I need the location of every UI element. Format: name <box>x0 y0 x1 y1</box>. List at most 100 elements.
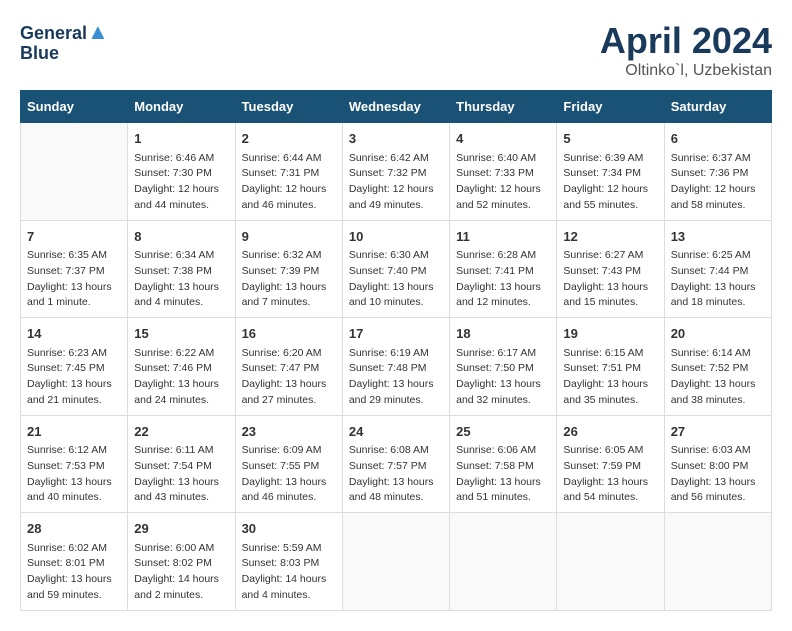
calendar-week-row: 7Sunrise: 6:35 AMSunset: 7:37 PMDaylight… <box>21 220 772 318</box>
day-number: 29 <box>134 519 228 539</box>
calendar-cell: 19Sunrise: 6:15 AMSunset: 7:51 PMDayligh… <box>557 318 664 416</box>
calendar-cell: 20Sunrise: 6:14 AMSunset: 7:52 PMDayligh… <box>664 318 771 416</box>
day-number: 4 <box>456 129 550 149</box>
calendar-cell: 11Sunrise: 6:28 AMSunset: 7:41 PMDayligh… <box>450 220 557 318</box>
page-header: General▲ Blue April 2024 Oltinko`l, Uzbe… <box>20 20 772 80</box>
day-number: 1 <box>134 129 228 149</box>
day-number: 5 <box>563 129 657 149</box>
day-number: 7 <box>27 227 121 247</box>
day-number: 22 <box>134 422 228 442</box>
day-number: 10 <box>349 227 443 247</box>
day-info: Sunrise: 6:42 AMSunset: 7:32 PMDaylight:… <box>349 151 443 214</box>
day-number: 27 <box>671 422 765 442</box>
location: Oltinko`l, Uzbekistan <box>600 62 772 80</box>
day-number: 26 <box>563 422 657 442</box>
day-info: Sunrise: 6:30 AMSunset: 7:40 PMDaylight:… <box>349 248 443 311</box>
weekday-header: Friday <box>557 91 664 123</box>
calendar-cell: 5Sunrise: 6:39 AMSunset: 7:34 PMDaylight… <box>557 123 664 221</box>
day-number: 6 <box>671 129 765 149</box>
day-number: 17 <box>349 324 443 344</box>
day-number: 11 <box>456 227 550 247</box>
calendar-cell <box>450 513 557 611</box>
day-info: Sunrise: 6:27 AMSunset: 7:43 PMDaylight:… <box>563 248 657 311</box>
day-number: 2 <box>242 129 336 149</box>
calendar-cell: 23Sunrise: 6:09 AMSunset: 7:55 PMDayligh… <box>235 415 342 513</box>
calendar-week-row: 21Sunrise: 6:12 AMSunset: 7:53 PMDayligh… <box>21 415 772 513</box>
day-info: Sunrise: 6:03 AMSunset: 8:00 PMDaylight:… <box>671 443 765 506</box>
calendar-cell: 21Sunrise: 6:12 AMSunset: 7:53 PMDayligh… <box>21 415 128 513</box>
day-number: 24 <box>349 422 443 442</box>
weekday-header: Wednesday <box>342 91 449 123</box>
calendar-week-row: 28Sunrise: 6:02 AMSunset: 8:01 PMDayligh… <box>21 513 772 611</box>
day-number: 28 <box>27 519 121 539</box>
day-info: Sunrise: 6:39 AMSunset: 7:34 PMDaylight:… <box>563 151 657 214</box>
calendar-cell: 27Sunrise: 6:03 AMSunset: 8:00 PMDayligh… <box>664 415 771 513</box>
day-number: 18 <box>456 324 550 344</box>
day-number: 21 <box>27 422 121 442</box>
day-info: Sunrise: 6:11 AMSunset: 7:54 PMDaylight:… <box>134 443 228 506</box>
calendar-cell: 8Sunrise: 6:34 AMSunset: 7:38 PMDaylight… <box>128 220 235 318</box>
weekday-header: Sunday <box>21 91 128 123</box>
weekday-header: Monday <box>128 91 235 123</box>
calendar-table: SundayMondayTuesdayWednesdayThursdayFrid… <box>20 90 772 611</box>
weekday-header: Thursday <box>450 91 557 123</box>
calendar-week-row: 14Sunrise: 6:23 AMSunset: 7:45 PMDayligh… <box>21 318 772 416</box>
day-info: Sunrise: 5:59 AMSunset: 8:03 PMDaylight:… <box>242 541 336 604</box>
day-info: Sunrise: 6:37 AMSunset: 7:36 PMDaylight:… <box>671 151 765 214</box>
day-info: Sunrise: 6:09 AMSunset: 7:55 PMDaylight:… <box>242 443 336 506</box>
day-number: 15 <box>134 324 228 344</box>
month-title: April 2024 <box>600 20 772 62</box>
day-info: Sunrise: 6:23 AMSunset: 7:45 PMDaylight:… <box>27 346 121 409</box>
weekday-header-row: SundayMondayTuesdayWednesdayThursdayFrid… <box>21 91 772 123</box>
calendar-cell: 1Sunrise: 6:46 AMSunset: 7:30 PMDaylight… <box>128 123 235 221</box>
calendar-cell: 4Sunrise: 6:40 AMSunset: 7:33 PMDaylight… <box>450 123 557 221</box>
day-number: 19 <box>563 324 657 344</box>
calendar-cell: 17Sunrise: 6:19 AMSunset: 7:48 PMDayligh… <box>342 318 449 416</box>
day-info: Sunrise: 6:15 AMSunset: 7:51 PMDaylight:… <box>563 346 657 409</box>
day-info: Sunrise: 6:08 AMSunset: 7:57 PMDaylight:… <box>349 443 443 506</box>
day-info: Sunrise: 6:25 AMSunset: 7:44 PMDaylight:… <box>671 248 765 311</box>
day-number: 3 <box>349 129 443 149</box>
calendar-cell: 16Sunrise: 6:20 AMSunset: 7:47 PMDayligh… <box>235 318 342 416</box>
day-info: Sunrise: 6:46 AMSunset: 7:30 PMDaylight:… <box>134 151 228 214</box>
day-number: 20 <box>671 324 765 344</box>
calendar-cell: 3Sunrise: 6:42 AMSunset: 7:32 PMDaylight… <box>342 123 449 221</box>
calendar-cell: 7Sunrise: 6:35 AMSunset: 7:37 PMDaylight… <box>21 220 128 318</box>
calendar-cell: 14Sunrise: 6:23 AMSunset: 7:45 PMDayligh… <box>21 318 128 416</box>
calendar-cell: 24Sunrise: 6:08 AMSunset: 7:57 PMDayligh… <box>342 415 449 513</box>
day-info: Sunrise: 6:17 AMSunset: 7:50 PMDaylight:… <box>456 346 550 409</box>
day-info: Sunrise: 6:35 AMSunset: 7:37 PMDaylight:… <box>27 248 121 311</box>
day-info: Sunrise: 6:05 AMSunset: 7:59 PMDaylight:… <box>563 443 657 506</box>
calendar-cell: 2Sunrise: 6:44 AMSunset: 7:31 PMDaylight… <box>235 123 342 221</box>
day-info: Sunrise: 6:40 AMSunset: 7:33 PMDaylight:… <box>456 151 550 214</box>
day-number: 25 <box>456 422 550 442</box>
calendar-cell: 12Sunrise: 6:27 AMSunset: 7:43 PMDayligh… <box>557 220 664 318</box>
day-info: Sunrise: 6:02 AMSunset: 8:01 PMDaylight:… <box>27 541 121 604</box>
calendar-cell: 13Sunrise: 6:25 AMSunset: 7:44 PMDayligh… <box>664 220 771 318</box>
day-number: 8 <box>134 227 228 247</box>
weekday-header: Tuesday <box>235 91 342 123</box>
day-info: Sunrise: 6:28 AMSunset: 7:41 PMDaylight:… <box>456 248 550 311</box>
calendar-cell: 6Sunrise: 6:37 AMSunset: 7:36 PMDaylight… <box>664 123 771 221</box>
day-info: Sunrise: 6:20 AMSunset: 7:47 PMDaylight:… <box>242 346 336 409</box>
calendar-cell: 25Sunrise: 6:06 AMSunset: 7:58 PMDayligh… <box>450 415 557 513</box>
day-number: 13 <box>671 227 765 247</box>
day-info: Sunrise: 6:34 AMSunset: 7:38 PMDaylight:… <box>134 248 228 311</box>
day-info: Sunrise: 6:44 AMSunset: 7:31 PMDaylight:… <box>242 151 336 214</box>
day-info: Sunrise: 6:06 AMSunset: 7:58 PMDaylight:… <box>456 443 550 506</box>
day-number: 16 <box>242 324 336 344</box>
day-number: 14 <box>27 324 121 344</box>
day-info: Sunrise: 6:14 AMSunset: 7:52 PMDaylight:… <box>671 346 765 409</box>
calendar-cell: 26Sunrise: 6:05 AMSunset: 7:59 PMDayligh… <box>557 415 664 513</box>
calendar-cell <box>342 513 449 611</box>
day-number: 9 <box>242 227 336 247</box>
calendar-cell <box>664 513 771 611</box>
calendar-cell: 10Sunrise: 6:30 AMSunset: 7:40 PMDayligh… <box>342 220 449 318</box>
calendar-cell: 15Sunrise: 6:22 AMSunset: 7:46 PMDayligh… <box>128 318 235 416</box>
day-number: 23 <box>242 422 336 442</box>
logo-text: General▲ Blue <box>20 20 109 64</box>
day-number: 12 <box>563 227 657 247</box>
calendar-cell <box>21 123 128 221</box>
calendar-cell: 29Sunrise: 6:00 AMSunset: 8:02 PMDayligh… <box>128 513 235 611</box>
calendar-cell: 9Sunrise: 6:32 AMSunset: 7:39 PMDaylight… <box>235 220 342 318</box>
